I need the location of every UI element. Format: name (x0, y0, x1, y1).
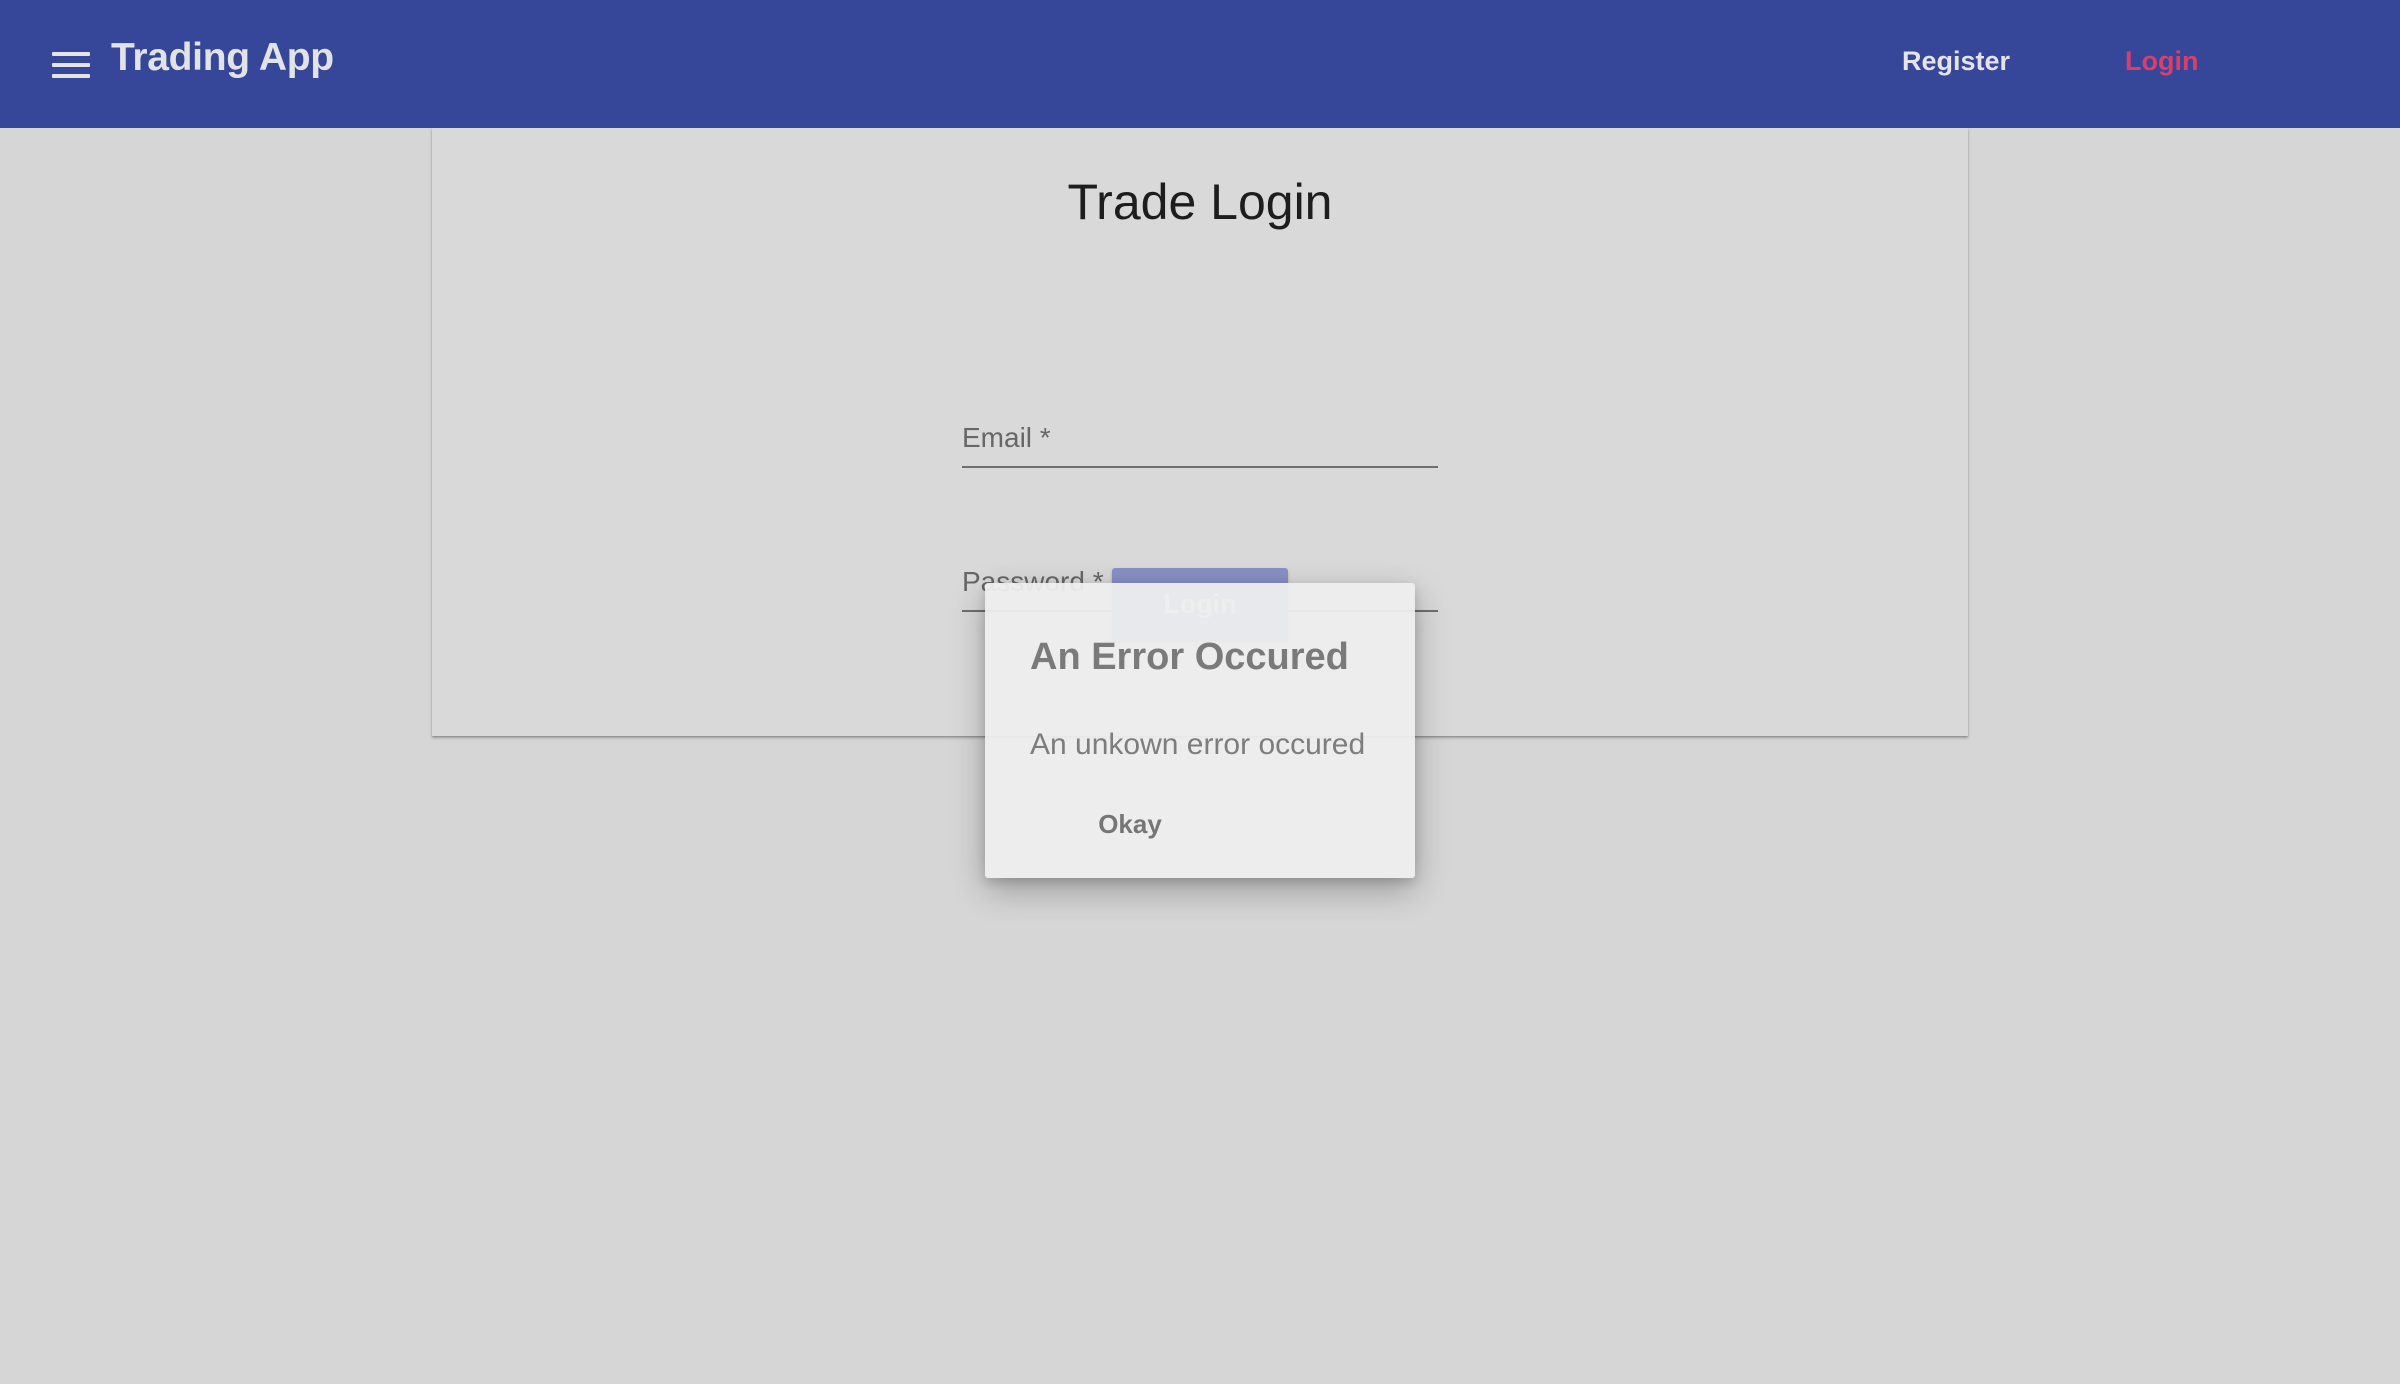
page-title: Trade Login (1067, 174, 1333, 230)
email-field[interactable]: Email * (962, 404, 1438, 468)
app-title: Trading App (111, 36, 334, 79)
top-toolbar: Trading App Register Login (0, 0, 2400, 128)
error-dialog-title: An Error Occured (1030, 636, 1349, 678)
email-field-label: Email * (962, 422, 1051, 453)
okay-button[interactable]: Okay (1085, 801, 1175, 847)
hamburger-menu-icon[interactable] (52, 52, 90, 79)
error-dialog: An Error Occured An unkown error occured… (985, 583, 1415, 878)
login-link[interactable]: Login (2125, 46, 2198, 77)
register-link[interactable]: Register (1902, 46, 2010, 77)
error-dialog-message: An unkown error occured (1030, 728, 1366, 761)
